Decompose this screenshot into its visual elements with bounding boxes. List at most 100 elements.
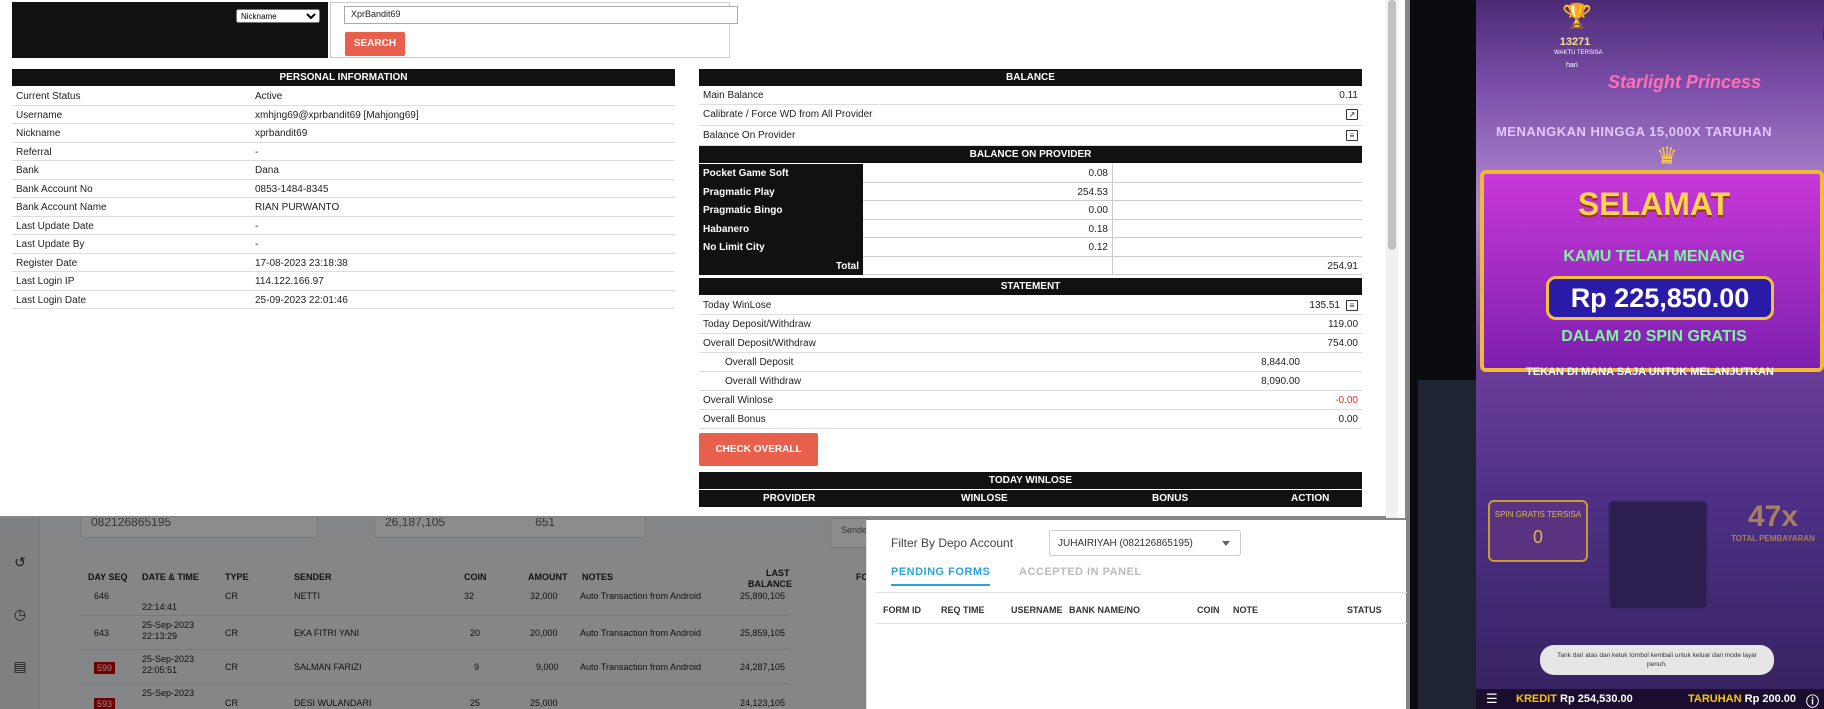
info-icon[interactable]: ⓘ	[1806, 691, 1819, 709]
info-value: xprbandit69	[255, 128, 308, 139]
col-form-id: FORM ID	[883, 605, 921, 615]
depo-filter-panel: Filter By Depo Account JUHAIRIYAH (08212…	[866, 520, 1407, 709]
tab-pending-forms[interactable]: PENDING FORMS	[891, 566, 991, 586]
search-bar: Nickname XprBandit69 SEARCH	[12, 0, 738, 60]
provider-name: Pocket Game Soft	[699, 164, 863, 183]
info-value: RIAN PURWANTO	[255, 202, 340, 213]
today-winlose-label: Today WinLose	[703, 300, 772, 311]
reel-window	[1608, 500, 1708, 610]
search-button[interactable]: SEARCH	[345, 32, 405, 56]
info-row-status: Current Status Active	[12, 87, 675, 106]
today-dw-label: Today Deposit/Withdraw	[703, 319, 811, 330]
trophy-icon: 🏆	[1562, 3, 1592, 30]
overall-bonus-value: 0.00	[1338, 414, 1358, 425]
col-bonus: BONUS	[1152, 493, 1189, 504]
balance-on-provider-label: Balance On Provider	[703, 130, 796, 141]
overall-dw-label: Overall Deposit/Withdraw	[703, 338, 816, 349]
overall-winlose-row: Overall Winlose -0.00	[699, 391, 1362, 410]
info-value: xmhjng69@xprbandit69 [Mahjong69]	[255, 109, 419, 121]
provider-name: No Limit City	[699, 238, 863, 257]
info-row-nickname: Nickname xprbandit69	[12, 124, 675, 143]
game-bottom-bar: ☰ KREDIT Rp 254,530.00 TARUHAN Rp 200.00…	[1476, 689, 1824, 709]
taruhan-value: Rp 200.00	[1744, 693, 1797, 705]
check-overall-button[interactable]: CHECK OVERALL	[699, 433, 818, 466]
main-balance-label: Main Balance	[703, 90, 764, 101]
info-key: Nickname	[16, 128, 61, 139]
col-note: NOTE	[1233, 605, 1259, 615]
free-spins-label: SPIN GRATIS TERSISA	[1494, 510, 1582, 519]
kredit-label: KREDIT	[1516, 693, 1557, 705]
side-phone-strip	[1418, 380, 1478, 709]
provider-row: Pocket Game Soft 0.08	[699, 164, 1362, 183]
hamburger-icon[interactable]: ☰	[1486, 691, 1504, 707]
info-row-bank: Bank Dana	[12, 161, 675, 180]
win-popup[interactable]: SELAMAT KAMU TELAH MENANG Rp 225,850.00 …	[1480, 170, 1824, 372]
scrollbar-thumb[interactable]	[1388, 0, 1396, 250]
info-key: Username	[16, 109, 63, 121]
kredit-value: Rp 254,530.00	[1560, 693, 1633, 705]
info-row-account-name: Bank Account Name RIAN PURWANTO	[12, 198, 675, 217]
multiplier-value: 47x	[1747, 500, 1799, 533]
overall-withdraw-row: Overall Withdraw 8,090.00	[699, 372, 1362, 391]
provider-total-empty	[863, 256, 1113, 275]
col-status: STATUS	[1347, 605, 1382, 615]
info-value: Active	[255, 91, 283, 102]
info-value: 17-08-2023 23:18:38	[255, 257, 348, 269]
provider-name: Habanero	[699, 219, 863, 238]
overall-deposit-value: 8,844.00	[1261, 357, 1300, 368]
win-up-to-banner: MENANGKAN HINGGA 15,000X TARUHAN	[1495, 124, 1773, 139]
info-value: Dana	[255, 165, 279, 176]
external-link-icon[interactable]: ↗	[1346, 109, 1358, 120]
list-icon[interactable]: ≡	[1346, 300, 1358, 311]
game-screen[interactable]: 🏆 13271 WAKTU TERSISA hari ••• Starlight…	[1410, 0, 1824, 709]
search-header-block-2	[12, 32, 328, 58]
vertical-scrollbar[interactable]	[1386, 0, 1398, 518]
today-dw-value: 119.00	[1328, 319, 1358, 330]
overall-withdraw-label: Overall Withdraw	[725, 376, 802, 387]
info-value: -	[255, 146, 259, 158]
info-key: Last Update Date	[16, 220, 94, 232]
total-payout-label: TOTAL PEMBAYARAN	[1731, 534, 1815, 543]
crown-icon: ♛	[1656, 143, 1678, 170]
tap-to-continue[interactable]: TEKAN DI MANA SAJA UNTUK MELANJUTKAN	[1480, 366, 1820, 378]
info-key: Referral	[16, 146, 52, 158]
depo-account-selected: JUHAIRIYAH (082126865195)	[1058, 538, 1193, 549]
overall-deposit-row: Overall Deposit 8,844.00	[699, 353, 1362, 372]
provider-value: 0.08	[863, 164, 1113, 183]
waktu-tersisa-label: WAKTU TERSISA	[1554, 50, 1603, 56]
today-winlose-row: Today WinLose 135.51 ≡	[699, 296, 1362, 315]
info-row-last-login-ip: Last Login IP 114.122.166.97	[12, 272, 675, 291]
search-filter-select[interactable]: Nickname	[236, 9, 320, 23]
personal-info-table: Current Status Active Username xmhjng69@xp…	[12, 87, 675, 309]
info-key: Current Status	[16, 91, 81, 102]
info-value: 25-09-2023 22:01:46	[255, 294, 348, 306]
info-row-last-update-by: Last Update By -	[12, 235, 675, 254]
provider-total-row: Total 254.91	[699, 256, 1362, 275]
balance-on-provider-header: BALANCE ON PROVIDER	[699, 146, 1362, 163]
provider-value: 0.18	[863, 219, 1113, 238]
calibrate-row: Calibrate / Force WD from All Provider ↗	[699, 105, 1362, 126]
today-dw-row: Today Deposit/Withdraw 119.00	[699, 315, 1362, 334]
col-coin: COIN	[1197, 605, 1220, 615]
filter-label: Filter By Depo Account	[891, 536, 1014, 550]
overall-withdraw-value: 8,090.00	[1261, 376, 1300, 387]
info-key: Bank	[16, 165, 39, 176]
overall-deposit-label: Overall Deposit	[725, 357, 794, 368]
info-value: 114.122.166.97	[255, 276, 324, 287]
overall-dw-value: 754.00	[1327, 338, 1358, 349]
overall-winlose-value: -0.00	[1335, 395, 1358, 406]
provider-name: Pragmatic Bingo	[699, 201, 863, 220]
depo-account-select[interactable]: JUHAIRIYAH (082126865195)	[1049, 530, 1241, 556]
list-icon[interactable]: ≡	[1346, 130, 1358, 141]
provider-balance-table: Pocket Game Soft 0.08 Pragmatic Play 254.5…	[699, 164, 1362, 275]
search-input[interactable]: XprBandit69	[344, 6, 738, 24]
info-row-register-date: Register Date 17-08-2023 23:18:38	[12, 254, 675, 272]
col-bank: BANK NAME/NO	[1069, 605, 1140, 615]
col-req-time: REQ TIME	[941, 605, 985, 615]
dialog-edge	[1398, 0, 1405, 518]
col-winlose: WINLOSE	[961, 493, 1008, 504]
provider-row: Pragmatic Bingo 0.00	[699, 201, 1362, 220]
tab-accepted-in-panel[interactable]: ACCEPTED IN PANEL	[1019, 566, 1142, 578]
col-action: ACTION	[1291, 493, 1330, 504]
info-key: Last Login Date	[16, 294, 87, 306]
